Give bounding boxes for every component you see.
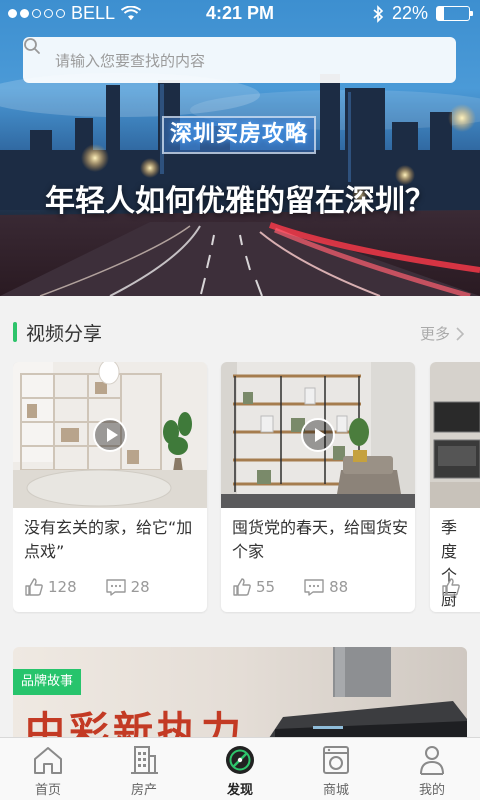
video-card[interactable]: 囤货党的春天，给囤货安个家 55 88 xyxy=(221,362,415,612)
tab-mall[interactable]: 商城 xyxy=(288,738,384,800)
bottom-tab-bar: 首页 房产 发现 商城 我的 xyxy=(0,737,480,800)
tab-label: 我的 xyxy=(418,783,445,798)
home-icon xyxy=(34,747,62,774)
building-icon xyxy=(131,746,158,774)
status-bar: BELL 4:21 PM 22% xyxy=(0,0,480,28)
video-card-list[interactable]: 没有玄关的家，给它“加点戏” 128 28 囤货党的春天，给囤货安个家 55 8… xyxy=(13,362,480,614)
video-stats xyxy=(441,574,480,600)
tab-discover[interactable]: 发现 xyxy=(192,738,288,800)
tab-property[interactable]: 房产 xyxy=(96,738,192,800)
play-icon[interactable] xyxy=(93,418,127,452)
thumbs-up-icon xyxy=(442,578,460,596)
brand-story-banner[interactable]: 品牌故事 中彩新执力 xyxy=(13,647,467,747)
search-placeholder: 请输入您要查找的内容 xyxy=(55,51,206,70)
banner-tag: 深圳买房攻略 xyxy=(162,116,317,154)
app-screen: 请输入您要查找的内容 深圳买房攻略 年轻人如何优雅的留在深圳？ BELL 4:2… xyxy=(0,0,480,800)
more-link[interactable]: 更多 xyxy=(420,323,464,344)
tab-label: 房产 xyxy=(130,783,157,798)
thumbs-up-icon xyxy=(25,578,43,596)
comment-count-value: 28 xyxy=(130,578,150,596)
tab-label: 首页 xyxy=(34,783,61,798)
tab-label: 商城 xyxy=(322,783,349,798)
search-input[interactable]: 请输入您要查找的内容 xyxy=(23,37,456,83)
video-thumbnail xyxy=(430,362,480,508)
video-thumbnail xyxy=(13,362,207,508)
comment-count[interactable]: 88 xyxy=(303,577,348,597)
comment-count[interactable]: 28 xyxy=(105,577,150,597)
hero-banner[interactable]: 请输入您要查找的内容 深圳买房攻略 年轻人如何优雅的留在深圳？ xyxy=(0,0,480,296)
comment-icon xyxy=(105,579,126,596)
section-title: 视频分享 xyxy=(26,323,103,345)
comment-count-value: 88 xyxy=(329,578,349,596)
like-count[interactable] xyxy=(441,577,461,597)
like-count-value: 128 xyxy=(48,578,77,596)
compass-icon xyxy=(226,746,254,774)
bluetooth-icon xyxy=(373,4,384,23)
video-title: 囤货党的春天，给囤货安个家 xyxy=(232,518,409,561)
brand-story-tag: 品牌故事 xyxy=(13,669,82,695)
like-count[interactable]: 55 xyxy=(232,577,275,597)
like-count-value: 55 xyxy=(256,578,276,596)
tab-home[interactable]: 首页 xyxy=(0,738,96,800)
video-card[interactable]: 季度个厨 xyxy=(430,362,480,612)
video-card[interactable]: 没有玄关的家，给它“加点戏” 128 28 xyxy=(13,362,207,612)
banner-headline: 年轻人如何优雅的留在深圳？ xyxy=(45,184,435,219)
chevron-right-icon xyxy=(456,326,464,341)
video-section-header: 视频分享 更多 xyxy=(0,312,480,352)
battery-icon xyxy=(436,6,473,21)
washer-icon xyxy=(323,746,349,774)
section-accent-bar xyxy=(13,322,17,342)
search-icon xyxy=(24,38,40,54)
thumbs-up-icon xyxy=(233,578,251,596)
video-stats: 55 88 xyxy=(232,574,405,600)
battery-percent: 22% xyxy=(391,3,428,23)
comment-icon xyxy=(304,579,324,596)
tab-label: 发现 xyxy=(226,783,253,798)
more-label: 更多 xyxy=(419,325,450,343)
video-stats: 128 28 xyxy=(24,574,197,600)
kitchen-appliance-photo xyxy=(430,362,480,508)
tab-mine[interactable]: 我的 xyxy=(384,738,480,800)
user-icon xyxy=(420,746,444,775)
video-thumbnail xyxy=(221,362,415,508)
like-count[interactable]: 128 xyxy=(24,577,77,597)
video-title: 没有玄关的家，给它“加点戏” xyxy=(24,518,193,561)
play-icon[interactable] xyxy=(301,418,335,452)
